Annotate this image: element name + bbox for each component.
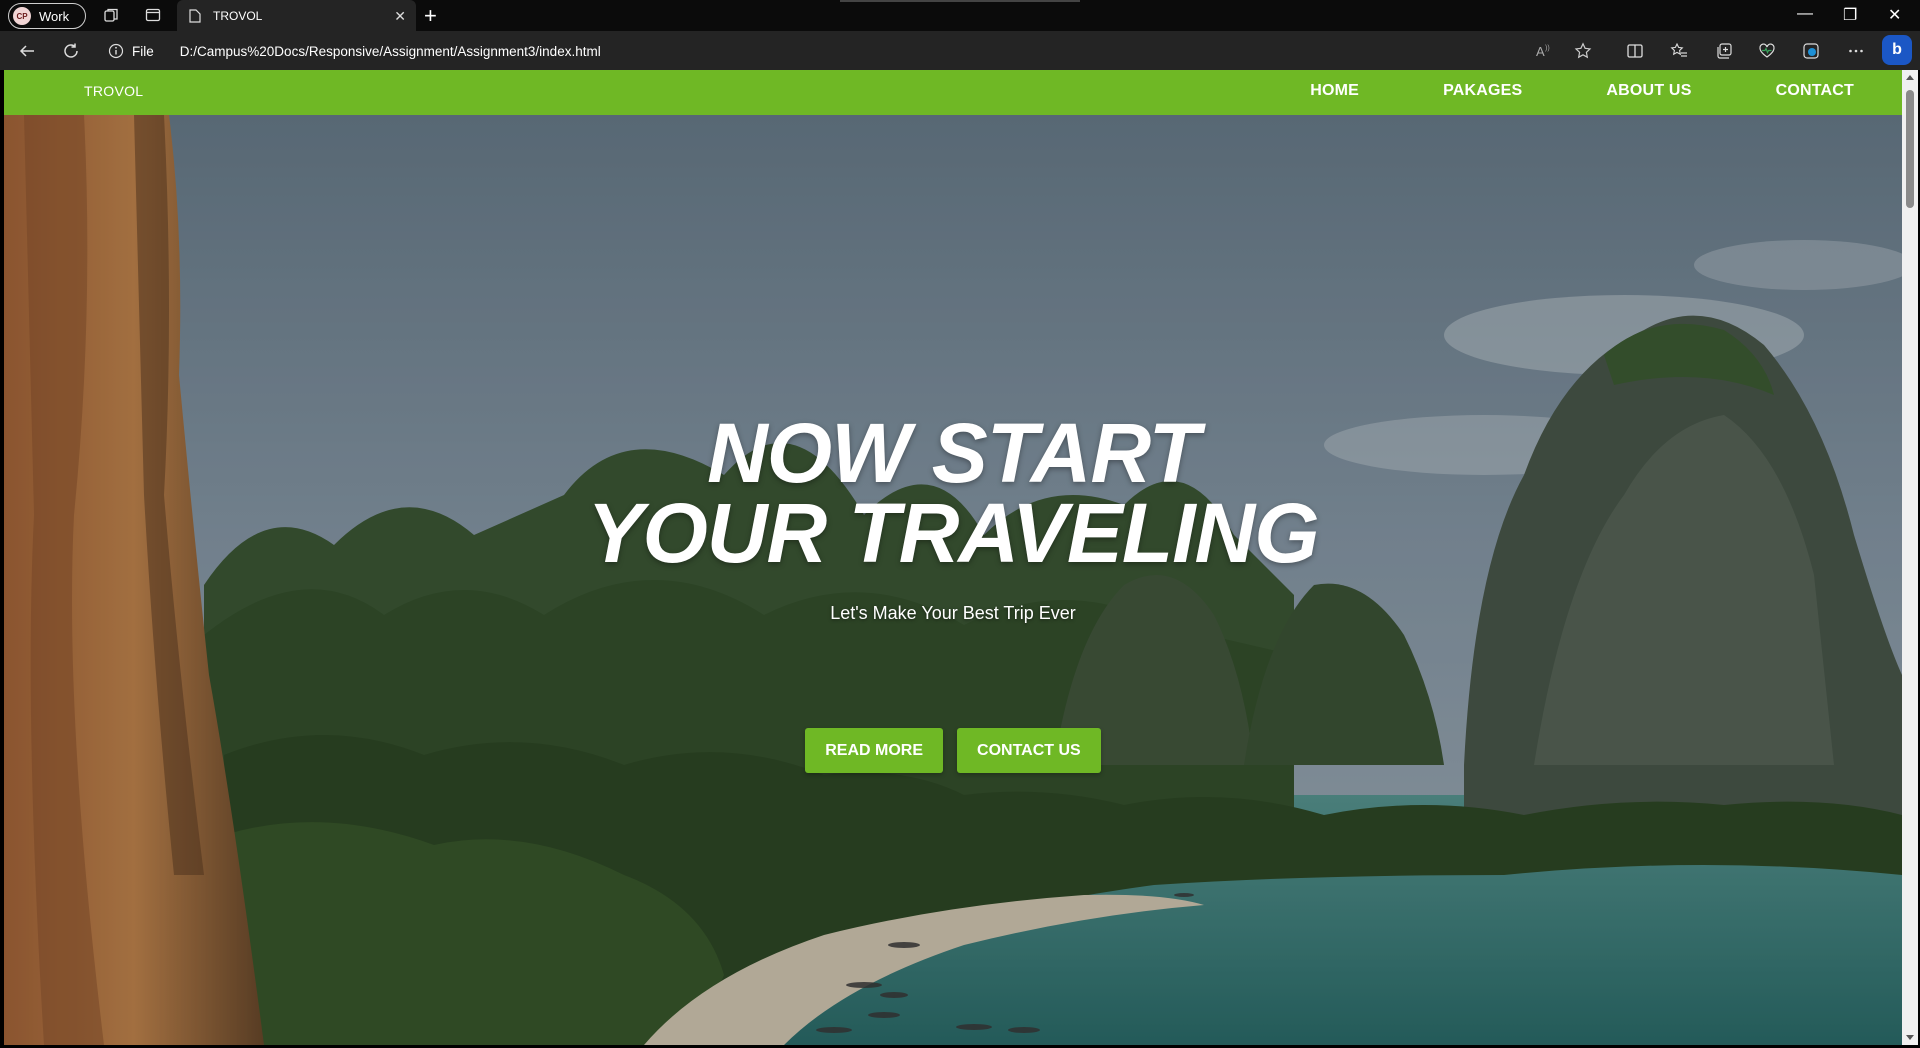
favorites-icon[interactable]	[1669, 41, 1689, 61]
tab-close-icon[interactable]: ✕	[394, 8, 406, 25]
back-icon[interactable]	[17, 41, 37, 61]
page-scrollbar[interactable]	[1902, 70, 1918, 1045]
tab-actions-icon[interactable]	[144, 6, 162, 24]
window-drag-indicator	[840, 0, 1080, 2]
scroll-up-arrow-icon[interactable]	[1906, 75, 1914, 80]
hero-overlay	[4, 115, 1902, 1045]
browser-essentials-icon[interactable]	[1757, 41, 1777, 61]
svg-text:)): ))	[1545, 45, 1550, 52]
tab-trovol[interactable]: TROVOL ✕	[177, 0, 416, 31]
nav-about-us[interactable]: ABOUT US	[1606, 82, 1691, 100]
scroll-thumb[interactable]	[1906, 90, 1914, 208]
url-scheme-label: File	[132, 43, 154, 59]
hero-buttons: READ MORE CONTACT US	[4, 728, 1902, 773]
hero-subtitle: Let's Make Your Best Trip Ever	[830, 603, 1076, 623]
browser-toolbar: File D:/Campus%20Docs/Responsive/Assignm…	[0, 31, 1920, 70]
nav-contact[interactable]: CONTACT	[1776, 82, 1854, 100]
contact-us-button[interactable]: CONTACT US	[957, 728, 1101, 773]
profile-name: Work	[39, 8, 70, 24]
read-more-button[interactable]: READ MORE	[805, 728, 944, 773]
scroll-down-arrow-icon[interactable]	[1906, 1035, 1914, 1040]
close-window-icon[interactable]: ✕	[1888, 5, 1901, 25]
page-viewport: TROVOL HOME PAKAGES ABOUT US CONTACT NOW…	[4, 70, 1902, 1045]
profile-button[interactable]: CP Work	[8, 3, 86, 29]
more-options-icon[interactable]	[1846, 41, 1866, 61]
info-icon[interactable]	[108, 43, 124, 59]
site-menu: HOME PAKAGES ABOUT US CONTACT	[1310, 82, 1854, 100]
browser-title-bar: CP Work TROVOL ✕ + — ❐ ✕	[0, 0, 1920, 31]
site-logo[interactable]: TROVOL	[84, 83, 143, 99]
split-screen-icon[interactable]	[1625, 41, 1645, 61]
site-navbar: TROVOL HOME PAKAGES ABOUT US CONTACT	[4, 70, 1902, 115]
profile-avatar: CP	[13, 7, 31, 25]
address-bar[interactable]: File D:/Campus%20Docs/Responsive/Assignm…	[108, 36, 1588, 66]
svg-text:A: A	[1536, 44, 1545, 59]
tab-title: TROVOL	[213, 8, 263, 23]
new-tab-button[interactable]: +	[424, 3, 437, 29]
page-icon	[189, 8, 201, 23]
hero-headline: NOW START YOUR TRAVELING	[4, 406, 1902, 580]
hero-headline-line-2: YOUR TRAVELING	[587, 486, 1319, 580]
url-text[interactable]: D:/Campus%20Docs/Responsive/Assignment/A…	[180, 44, 601, 59]
collections-icon[interactable]	[1714, 41, 1734, 61]
read-aloud-icon[interactable]: A))	[1533, 41, 1553, 61]
workspaces-icon[interactable]	[102, 6, 120, 24]
favorite-star-icon[interactable]	[1573, 41, 1593, 61]
edge-extension-icon[interactable]	[1801, 41, 1821, 61]
refresh-icon[interactable]	[61, 41, 81, 61]
hero-section: NOW START YOUR TRAVELING Let's Make Your…	[4, 115, 1902, 1045]
nav-packages[interactable]: PAKAGES	[1443, 82, 1522, 100]
minimize-icon[interactable]: —	[1797, 5, 1813, 23]
copilot-icon[interactable]: b	[1882, 35, 1912, 65]
restore-icon[interactable]: ❐	[1843, 5, 1857, 25]
nav-home[interactable]: HOME	[1310, 82, 1359, 100]
hero-headline-line-1: NOW START	[707, 406, 1200, 500]
